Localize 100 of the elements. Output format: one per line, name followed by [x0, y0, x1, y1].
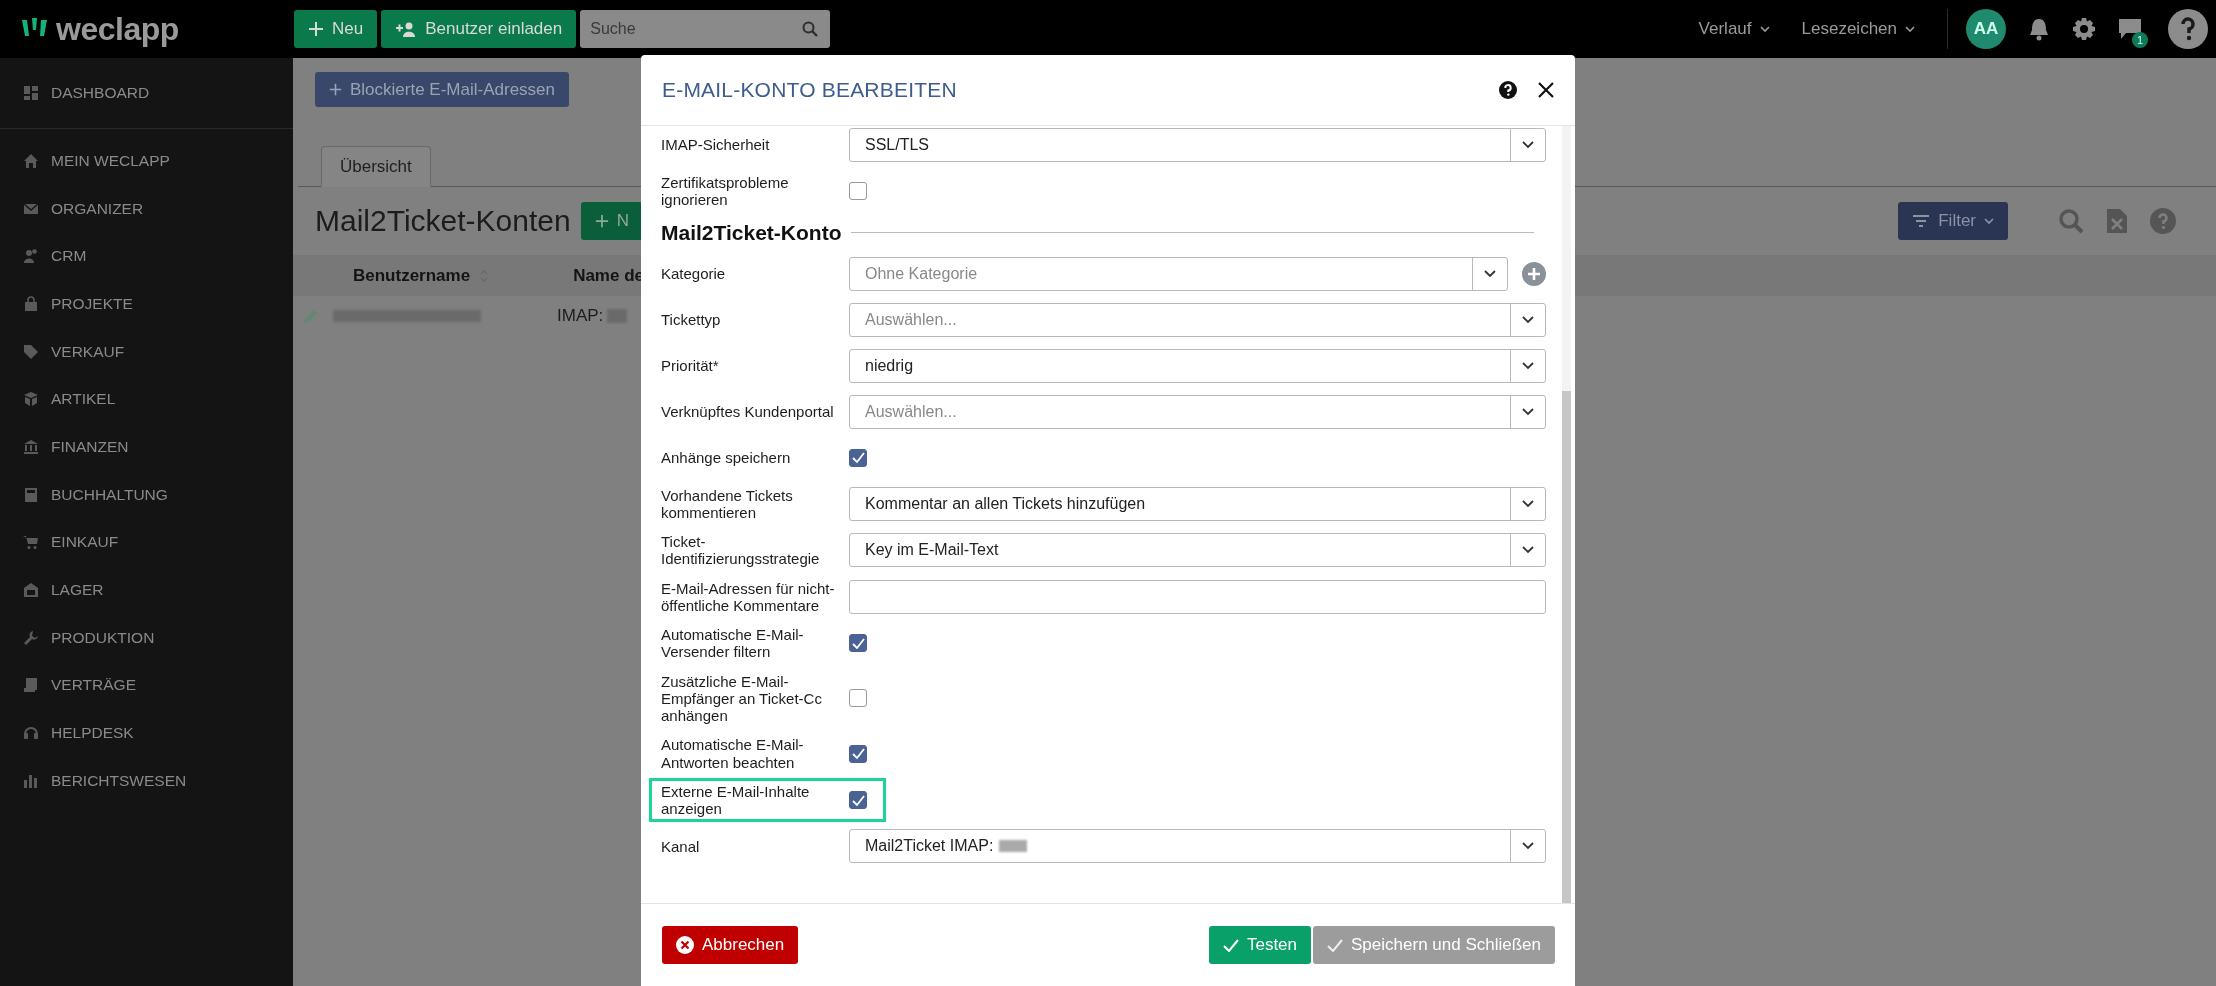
calculator-icon — [23, 486, 39, 503]
cancel-button[interactable]: Abbrechen — [662, 926, 799, 964]
sidebar-item[interactable]: CRM — [0, 232, 293, 281]
user-avatar[interactable]: AA — [1966, 9, 2006, 49]
field-label: Zusätzliche E-Mail-Empfänger an Ticket-Cc anhängen — [661, 672, 823, 725]
chevron-down-icon — [1522, 499, 1534, 508]
box-icon — [23, 391, 39, 408]
sidebar-item[interactable]: FINANZEN — [0, 423, 293, 471]
sidebar-item[interactable]: ORGANIZER — [0, 184, 293, 233]
search-field[interactable]: Suche — [580, 10, 831, 48]
checkbox[interactable] — [849, 448, 867, 467]
menu-dropdown[interactable]: Lesezeichen — [1787, 19, 1929, 39]
tag-icon — [23, 343, 39, 360]
checkmark-icon — [851, 794, 865, 806]
sidebar-item[interactable]: VERTRÄGE — [0, 661, 293, 710]
sidebar-item[interactable]: PRODUKTION — [0, 613, 293, 662]
field-label: Tickettyp — [661, 310, 722, 329]
help-icon[interactable] — [2168, 9, 2208, 49]
headset-icon — [23, 725, 39, 742]
dropdown-field[interactable]: Kommentar an allen Tickets hinzufügen — [849, 486, 1546, 521]
toolbar-button[interactable]: Benutzer einladen — [381, 10, 577, 48]
checkbox[interactable] — [849, 689, 867, 708]
field-label: Kanal — [661, 837, 701, 855]
cart-icon — [23, 534, 39, 551]
field-label: Automatische E-Mail-Versender filtern — [661, 626, 805, 661]
table-cell: IMAP: — [557, 306, 604, 326]
bar-chart-icon — [23, 772, 39, 789]
checkmark-icon — [851, 637, 865, 649]
sidebar-item[interactable]: HELPDESK — [0, 709, 293, 757]
close-icon[interactable] — [1537, 81, 1555, 99]
filter-icon — [1912, 214, 1931, 228]
checkbox[interactable] — [849, 634, 867, 653]
chevron-down-icon — [1484, 269, 1496, 278]
checkbox[interactable] — [849, 791, 867, 809]
field-label: Externe E-Mail-Inhalte anzeigen — [661, 782, 811, 818]
chevron-down-icon — [1522, 842, 1534, 851]
sidebar-item[interactable]: ARTIKEL — [0, 375, 293, 424]
sidebar-item[interactable]: MEIN WECLAPP — [0, 137, 293, 185]
bag-icon — [23, 295, 39, 312]
dropdown-field[interactable]: Auswählen... — [849, 394, 1546, 429]
field-label: Kategorie — [661, 264, 727, 283]
field-label: E-Mail-Adressen für nicht-öffentliche Kommentare — [661, 579, 836, 614]
dialog-title: E-MAIL-KONTO BEARBEITEN — [662, 78, 958, 102]
close-circle-icon — [676, 936, 694, 954]
dropdown-field[interactable]: Ohne Kategorie — [849, 256, 1508, 291]
sidebar-item[interactable]: PROJEKTE — [0, 280, 293, 328]
dropdown-field[interactable]: Key im E-Mail-Text — [849, 533, 1546, 568]
chevron-down-icon — [1522, 141, 1534, 149]
add-button[interactable] — [1522, 261, 1546, 286]
chevron-down-icon — [1759, 25, 1770, 33]
bell-icon[interactable] — [2028, 17, 2050, 41]
field-label: IMAP-Sicherheit — [661, 136, 771, 154]
chevron-down-icon — [1984, 217, 1994, 225]
dropdown-field[interactable]: Auswählen... — [849, 302, 1546, 337]
plus-icon — [329, 83, 342, 96]
field-label: Ticket-Identifizierungsstrategie — [661, 533, 821, 568]
sidebar-item[interactable]: EINKAUF — [0, 518, 293, 567]
sidebar-item[interactable]: BUCHHALTUNG — [0, 470, 293, 519]
dashboard-icon — [23, 85, 39, 101]
chevron-down-icon — [1522, 546, 1534, 555]
section-heading: Mail2Ticket-Konto — [661, 220, 842, 245]
add-user-icon — [395, 21, 418, 37]
dropdown-field[interactable]: niedrig — [849, 348, 1546, 383]
filter-button[interactable]: Filter — [1898, 202, 2008, 240]
chevron-down-icon — [1522, 361, 1534, 370]
help-icon[interactable] — [1499, 81, 1517, 99]
sidebar-item[interactable]: BERICHTSWESEN — [0, 756, 293, 805]
test-button[interactable]: Testen — [1208, 926, 1312, 964]
menu-dropdown[interactable]: Verlauf — [1684, 19, 1784, 39]
column-header[interactable]: Benutzername — [353, 265, 471, 286]
field-label: Zertifikatsprobleme ignorieren — [661, 174, 790, 209]
checkmark-icon — [851, 452, 865, 463]
field-label: Automatische E-Mail-Antworten beachten — [661, 736, 805, 771]
checkmark-icon — [1327, 938, 1344, 952]
new-button[interactable]: N — [580, 202, 643, 240]
field-label: Priorität* — [661, 356, 720, 375]
users-icon — [23, 248, 39, 265]
toolbar-button[interactable]: Neu — [294, 10, 378, 48]
home-icon — [23, 152, 39, 169]
checkbox[interactable] — [849, 744, 867, 763]
chevron-down-icon — [1905, 25, 1915, 33]
checkmark-icon — [851, 748, 865, 759]
field-label: Verknüpftes Kundenportal — [661, 402, 835, 421]
plus-icon — [308, 21, 324, 37]
document-icon — [23, 677, 39, 694]
dropdown-field[interactable]: SSL/TLS — [849, 128, 1546, 162]
scrollbar[interactable] — [1562, 126, 1571, 903]
bank-icon — [23, 438, 39, 455]
settings-icon[interactable] — [2072, 17, 2096, 41]
dropdown-field[interactable]: Mail2Ticket IMAP: — [849, 829, 1546, 864]
plus-icon — [594, 214, 609, 228]
sidebar-item[interactable]: LAGER — [0, 566, 293, 614]
input-field[interactable] — [849, 579, 1546, 614]
checkmark-icon — [1222, 938, 1239, 952]
checkbox[interactable] — [849, 182, 867, 201]
search-icon — [802, 21, 819, 37]
sidebar-item[interactable]: VERKAUF — [0, 327, 293, 376]
blocked-addresses-button[interactable]: Blockierte E-Mail-Adressen — [315, 72, 569, 107]
chevron-down-icon — [1522, 315, 1534, 324]
tab[interactable]: Übersicht — [321, 146, 431, 187]
